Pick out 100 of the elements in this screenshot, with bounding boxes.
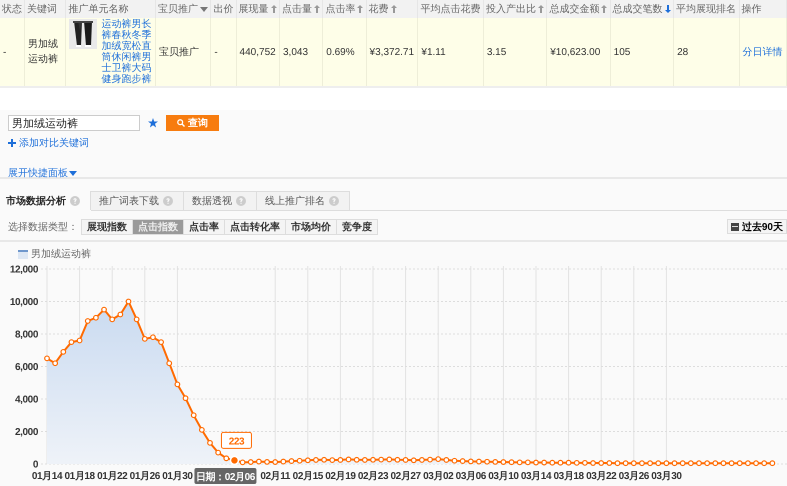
keyword-input-field[interactable]: 男加绒运动裤 — [8, 115, 140, 131]
date-range-button[interactable]: 过去90天 — [726, 219, 787, 234]
data-point — [500, 459, 506, 465]
data-point — [68, 339, 74, 346]
caret-icon[interactable] — [200, 6, 208, 12]
help-icon[interactable] — [163, 196, 173, 206]
data-point — [590, 460, 596, 466]
data-point — [622, 460, 629, 466]
table-cell-text: 男加绒运动裤 — [28, 38, 60, 67]
sort-down-icon[interactable] — [664, 5, 671, 13]
column-header: 状态 — [2, 4, 22, 15]
x-tick-label: 01月26 — [130, 471, 160, 482]
table-cell: ¥10,623.00 — [550, 46, 600, 58]
table-cell: 0.69% — [326, 46, 355, 58]
data-point — [126, 298, 132, 304]
data-point — [93, 314, 99, 321]
sort-up-icon[interactable] — [357, 5, 364, 13]
data-point — [44, 355, 50, 362]
caret-icon[interactable] — [69, 170, 77, 176]
data-point — [329, 457, 336, 463]
help-icon[interactable] — [329, 196, 339, 206]
data-point — [476, 458, 482, 464]
help-icon[interactable] — [236, 196, 246, 206]
column-header: 投入产出比 — [486, 4, 536, 15]
data-point — [182, 395, 188, 402]
data-point — [166, 360, 172, 366]
data-point — [419, 457, 425, 463]
y-tick-label: 12,000 — [10, 264, 38, 276]
data-point — [712, 460, 718, 466]
x-tick-label: 03月10 — [488, 471, 519, 482]
data-type-button[interactable]: 展现指数 — [81, 218, 133, 234]
data-point — [688, 460, 694, 466]
tab[interactable]: 线上推广排名 — [256, 191, 350, 210]
table-cell: ¥3,372.71 — [370, 46, 414, 58]
data-point — [769, 460, 776, 466]
x-tick-label: 02月23 — [358, 471, 388, 482]
data-point — [394, 456, 400, 463]
data-point — [386, 456, 392, 462]
data-type-button[interactable]: 市场均价 — [285, 218, 337, 234]
data-type-button[interactable]: 点击率 — [183, 218, 225, 234]
tab[interactable]: 数据透视 — [183, 191, 257, 210]
data-point — [745, 460, 751, 466]
data-type-button[interactable]: 点击转化率 — [224, 218, 286, 234]
column-header: 平均展现排名 — [676, 4, 736, 15]
data-point — [647, 460, 653, 466]
table-cell: 宝贝推广 — [159, 47, 200, 58]
column-header: 宝贝推广 — [158, 4, 198, 15]
data-point — [142, 336, 148, 342]
data-point — [101, 306, 107, 313]
x-tick-label: 02月11 — [260, 471, 290, 482]
x-tick-label: 03月30 — [651, 471, 682, 482]
x-tick-label: 03月14 — [520, 471, 552, 482]
x-tick-label: 03月26 — [618, 471, 649, 482]
star-icon[interactable] — [148, 118, 158, 128]
legend-swatch-icon — [18, 250, 28, 258]
data-point — [174, 381, 180, 388]
expand-panel-link[interactable]: 展开快捷面板 — [8, 166, 68, 180]
data-point — [198, 426, 205, 433]
column-header: 关键词 — [27, 4, 58, 15]
data-point — [558, 460, 564, 466]
sort-up-icon[interactable] — [390, 5, 397, 13]
data-type-button[interactable]: 竞争度 — [336, 218, 378, 234]
detail-link[interactable]: 分日详情 — [742, 47, 783, 58]
calendar-icon — [730, 222, 739, 230]
plus-icon[interactable] — [8, 139, 16, 147]
tab[interactable]: 推广词表下载 — [90, 191, 184, 210]
sort-up-icon[interactable] — [314, 5, 320, 13]
table-cell: 440,752 — [240, 46, 276, 58]
x-tick-label: 01月14 — [32, 471, 62, 482]
value-tooltip: 223 — [220, 432, 252, 449]
data-point — [614, 460, 620, 466]
sort-up-icon[interactable] — [538, 5, 544, 13]
x-tick-label: 02月27 — [390, 471, 421, 482]
x-tick-label: 02月19 — [325, 471, 356, 482]
sort-up-icon[interactable] — [601, 5, 608, 13]
data-point — [84, 318, 91, 324]
data-point — [524, 459, 531, 466]
data-point — [296, 458, 303, 464]
data-point — [566, 460, 572, 466]
data-point — [134, 316, 140, 322]
data-point — [370, 456, 376, 463]
column-header: 推广单元名称 — [68, 4, 128, 15]
x-tick-label: 01月30 — [162, 471, 193, 482]
data-point — [484, 458, 490, 465]
data-point — [346, 456, 352, 462]
data-point — [240, 459, 246, 466]
sort-up-icon[interactable] — [270, 5, 277, 13]
data-point — [753, 460, 759, 466]
data-point — [574, 460, 580, 466]
data-point — [264, 458, 270, 465]
add-compare-link[interactable]: 添加对比关键词 — [19, 136, 89, 150]
highlight-point — [230, 456, 240, 466]
data-point — [492, 458, 498, 465]
data-point — [533, 460, 539, 466]
data-point — [761, 460, 768, 466]
data-point — [720, 460, 726, 466]
data-point — [468, 458, 474, 464]
column-header: 总成交笔数 — [612, 4, 663, 15]
table-cell: 105 — [614, 46, 630, 58]
help-icon[interactable] — [70, 196, 80, 206]
